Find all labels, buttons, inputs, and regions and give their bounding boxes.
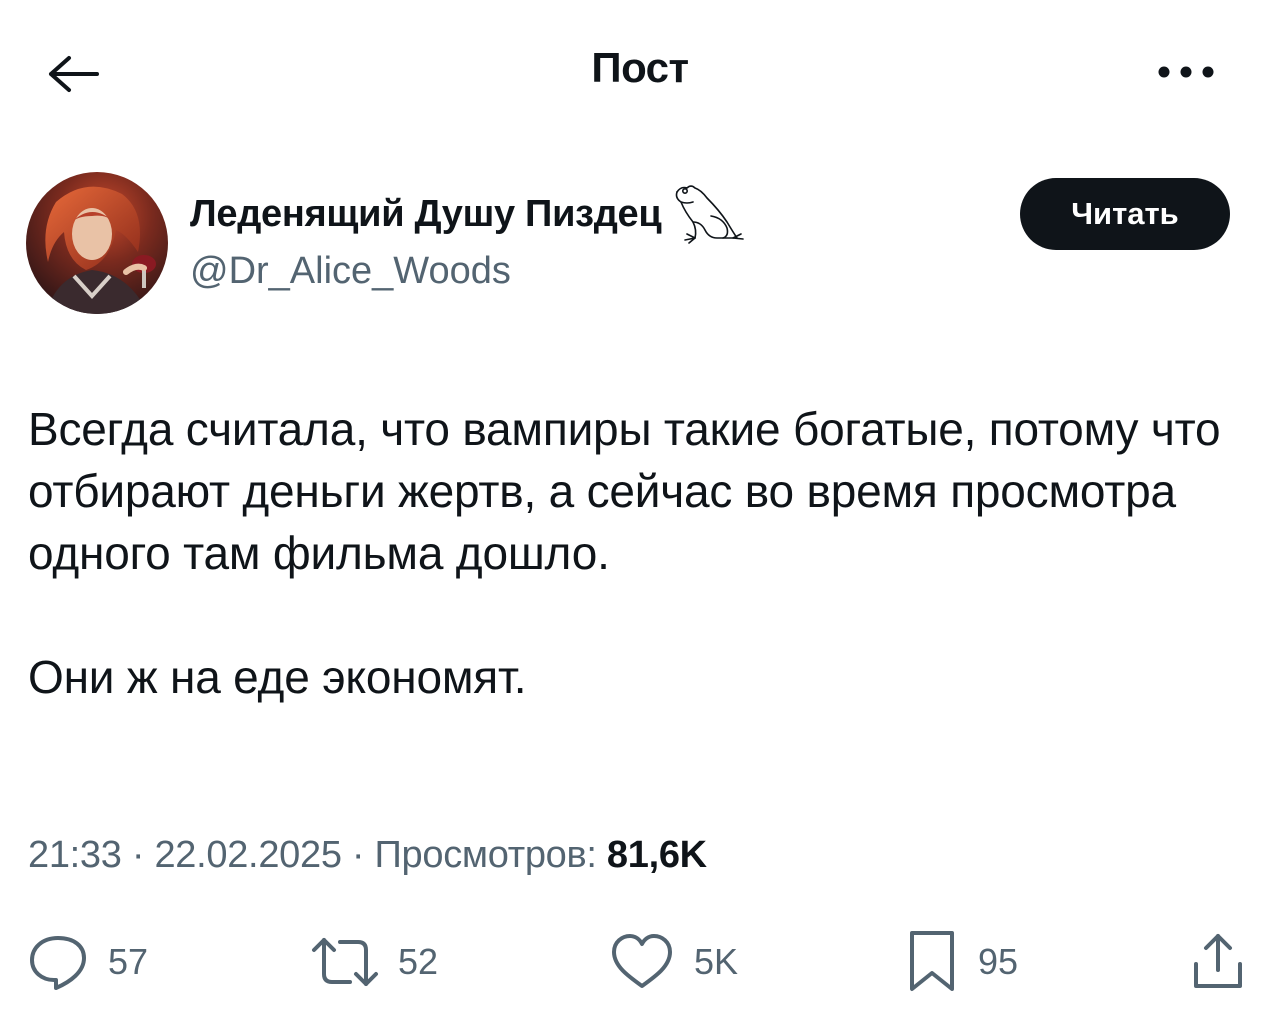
tweet-date[interactable]: 22.02.2025	[154, 834, 341, 876]
tweet-time[interactable]: 21:33	[28, 834, 122, 876]
meta-separator: ·	[341, 834, 375, 876]
repost-button[interactable]: 52	[310, 926, 438, 998]
heart-icon	[612, 934, 672, 988]
meta-separator: ·	[121, 834, 155, 876]
like-button[interactable]: 5K	[608, 926, 738, 998]
views-label: Просмотров:	[374, 834, 597, 876]
action-bar: 57 52 5K 95	[0, 926, 1280, 998]
reply-bubble-icon	[30, 936, 86, 990]
post-page: Пост Леденящий Душу Пиздец @Dr_Alice_Woo…	[0, 0, 1280, 1032]
reply-button[interactable]: 57	[26, 926, 148, 998]
share-button[interactable]	[1188, 926, 1248, 998]
top-bar: Пост	[0, 0, 1280, 140]
bookmark-count: 95	[978, 941, 1019, 982]
frog-icon	[676, 185, 745, 244]
avatar-image	[26, 172, 168, 314]
share-icon	[1194, 934, 1242, 988]
author-name-row[interactable]: Леденящий Душу Пиздец	[190, 184, 745, 244]
reply-count: 57	[108, 941, 149, 982]
author-handle[interactable]: @Dr_Alice_Woods	[190, 250, 511, 293]
more-button[interactable]	[1148, 48, 1224, 96]
follow-button[interactable]: Читать	[1020, 178, 1230, 250]
author-name[interactable]: Леденящий Душу Пиздец	[190, 193, 662, 236]
views-count[interactable]: 81,6K	[607, 834, 707, 876]
tweet-meta: 21:33 · 22.02.2025 · Просмотров: 81,6K	[28, 834, 707, 877]
repost-count: 52	[398, 941, 439, 982]
bookmark-icon	[910, 931, 954, 991]
like-count: 5K	[694, 941, 739, 982]
avatar[interactable]	[26, 172, 168, 314]
page-title: Пост	[591, 44, 689, 91]
repost-icon	[312, 938, 378, 986]
tweet-text: Всегда считала, что вампиры такие богаты…	[28, 403, 1221, 703]
bookmark-button[interactable]: 95	[904, 926, 1018, 998]
more-dots-icon	[1158, 66, 1214, 78]
